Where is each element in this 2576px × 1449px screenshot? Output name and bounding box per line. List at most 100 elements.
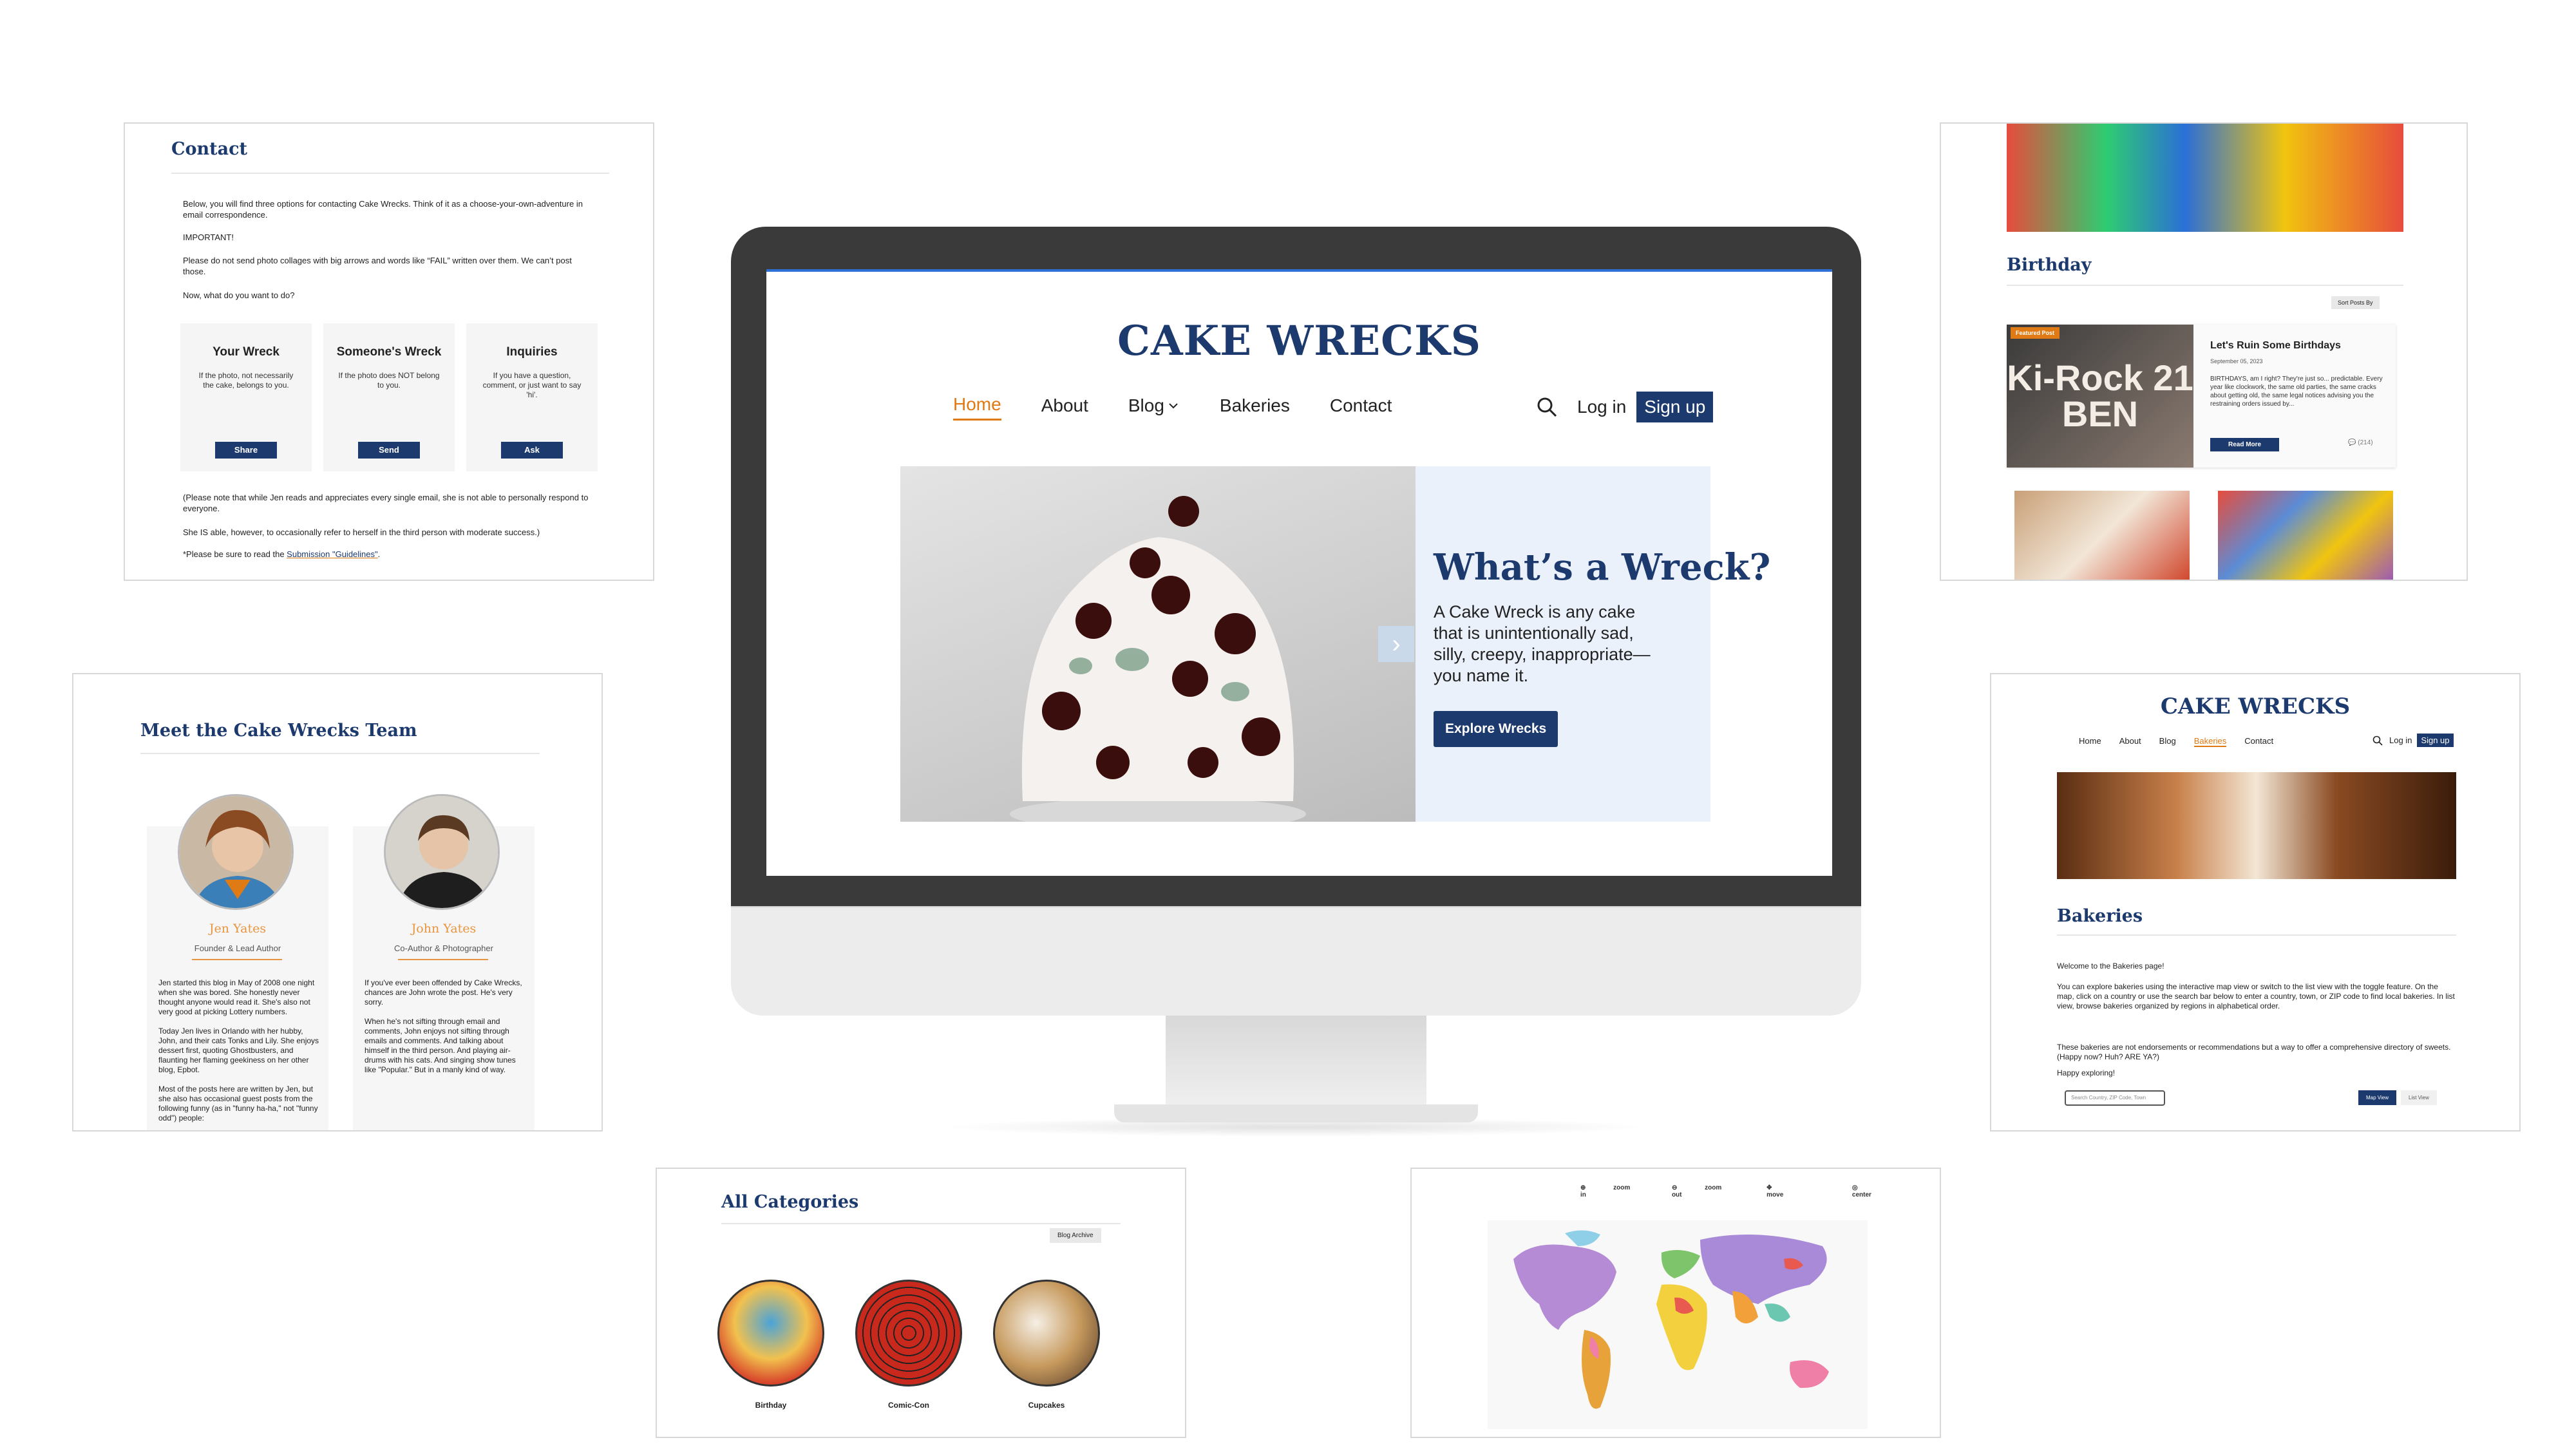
center-control[interactable]: ◎ center	[1852, 1184, 1914, 1198]
nav-contact[interactable]: Contact	[1330, 394, 1392, 421]
comment-count-value: (214)	[2358, 439, 2373, 446]
nav-bakeries[interactable]: Bakeries	[2193, 736, 2227, 747]
avatar	[178, 794, 294, 910]
post-cake-image[interactable]: Ki-Rock 21 BEN	[2007, 325, 2193, 468]
contact-page-preview: Contact Below, you will find three optio…	[124, 122, 654, 581]
category-image	[717, 1280, 824, 1387]
list-view-toggle[interactable]: List View	[2401, 1090, 2437, 1105]
category-cupcakes[interactable]: Cupcakes	[992, 1280, 1101, 1410]
nav-about[interactable]: About	[2119, 736, 2141, 747]
world-map[interactable]	[1488, 1220, 1868, 1429]
option-title: Your Wreck	[213, 345, 279, 359]
login-link[interactable]: Log in	[1577, 397, 1626, 417]
monitor-base	[1114, 1104, 1478, 1122]
contact-intro: Below, you will find three options for c…	[183, 199, 583, 220]
note-suffix: .	[377, 549, 381, 559]
site-title[interactable]: CAKE WRECKS	[766, 317, 1832, 365]
contact-important: IMPORTANT!	[183, 232, 234, 242]
bakeries-disclaimer: These bakeries are not endorsements or r…	[2057, 1043, 2451, 1061]
team-member-card: Jen Yates Founder & Lead Author Jen star…	[147, 794, 328, 1130]
nav-actions: Log in Sign up	[2372, 734, 2454, 747]
blog-archive-dropdown[interactable]: Blog Archive	[1050, 1228, 1101, 1243]
post-date: September 05, 2023	[2210, 358, 2263, 365]
categories-heading: All Categories	[721, 1192, 859, 1212]
option-your-wreck: Your Wreck If the photo, not necessarily…	[180, 323, 312, 471]
move-control[interactable]: ✥ move	[1766, 1184, 1826, 1198]
divider	[2057, 934, 2456, 936]
cakes-banner-image	[2057, 772, 2456, 879]
nav-blog[interactable]: Blog	[1128, 394, 1180, 421]
post-title[interactable]: Let's Ruin Some Birthdays	[2210, 340, 2341, 352]
bakery-search-input[interactable]: Search Country, ZIP Code, Town	[2065, 1090, 2165, 1106]
search-icon[interactable]	[1536, 396, 1558, 418]
signup-button[interactable]: Sign up	[1636, 392, 1714, 422]
option-inquiries: Inquiries If you have a question, commen…	[466, 323, 598, 471]
nav-blog[interactable]: Blog	[2159, 736, 2176, 747]
guidelines-link[interactable]: Submission "Guidelines"	[287, 549, 377, 559]
category-label: Birthday	[755, 1401, 787, 1410]
bakeries-heading: Bakeries	[2057, 906, 2143, 926]
birthday-category-preview: Birthday Sort Posts By Ki-Rock 21 BEN Fe…	[1940, 122, 2468, 581]
nav-home[interactable]: Home	[2079, 736, 2101, 747]
read-more-button[interactable]: Read More	[2210, 438, 2280, 451]
nav-bakeries[interactable]: Bakeries	[1220, 394, 1290, 421]
category-image	[993, 1280, 1100, 1387]
divider	[192, 959, 282, 960]
option-desc: If the photo does NOT belong to you.	[338, 371, 440, 390]
option-someones-wreck: Someone's Wreck If the photo does NOT be…	[323, 323, 455, 471]
category-heading: Birthday	[2007, 255, 2092, 275]
chevron-right-icon[interactable]: ›	[1378, 626, 1414, 662]
contact-guidelines-note: *Please be sure to read the Submission "…	[183, 549, 595, 560]
note-prefix: *Please be sure to read the	[183, 549, 287, 559]
move-label: move	[1766, 1191, 1784, 1198]
signup-button[interactable]: Sign up	[2417, 734, 2454, 747]
option-desc: If the photo, not necessarily the cake, …	[198, 371, 294, 390]
bakeries-closing: Happy exploring!	[2057, 1068, 2116, 1077]
sort-posts-dropdown[interactable]: Sort Posts By	[2331, 296, 2380, 309]
category-image	[855, 1280, 962, 1387]
ask-button[interactable]: Ask	[501, 442, 563, 459]
nav-about[interactable]: About	[1041, 394, 1088, 421]
divider	[721, 1223, 1121, 1224]
search-icon[interactable]	[2372, 735, 2383, 746]
post-thumbnail[interactable]	[2014, 491, 2190, 580]
move-icon: ✥	[1766, 1184, 1772, 1191]
team-heading: Meet the Cake Wrecks Team	[140, 721, 417, 741]
post-thumbnail[interactable]	[2218, 491, 2393, 580]
map-view-toggle[interactable]: Map View	[2358, 1090, 2396, 1105]
bakeries-instructions: You can explore bakeries using the inter…	[2057, 982, 2455, 1010]
send-button[interactable]: Send	[358, 442, 420, 459]
zoom-in-label: zoom in	[1580, 1184, 1631, 1198]
zoom-out-control[interactable]: ⊖ zoom out	[1672, 1184, 1741, 1198]
nav-contact[interactable]: Contact	[2244, 736, 2273, 747]
option-title: Inquiries	[506, 345, 558, 359]
category-label: Comic-Con	[888, 1401, 929, 1410]
option-title: Someone's Wreck	[336, 345, 442, 359]
contact-question: Now, what do you want to do?	[183, 290, 295, 300]
divider	[398, 959, 488, 960]
team-member-card: John Yates Co-Author & Photographer If y…	[353, 794, 535, 1130]
featured-post-card: Ki-Rock 21 BEN Featured Post Let's Ruin …	[2007, 325, 2396, 468]
contact-heading: Contact	[171, 139, 248, 159]
comment-count[interactable]: 💬 (214)	[2348, 439, 2373, 446]
share-button[interactable]: Share	[215, 442, 277, 459]
comment-icon: 💬	[2348, 439, 2358, 446]
zoom-out-label: zoom out	[1671, 1184, 1722, 1198]
featured-badge: Featured Post	[2011, 327, 2060, 339]
category-label: Cupcakes	[1028, 1401, 1065, 1410]
zoom-in-icon: ⊕	[1580, 1184, 1588, 1191]
main-nav: Home About Blog Bakeries Contact	[953, 394, 1432, 421]
nav-blog-label: Blog	[1128, 395, 1164, 415]
team-page-preview: Meet the Cake Wrecks Team Jen Yates Foun…	[72, 673, 603, 1132]
login-link[interactable]: Log in	[2389, 735, 2412, 745]
explore-wrecks-button[interactable]: Explore Wrecks	[1434, 711, 1558, 747]
main-nav: Home About Blog Bakeries Contact	[2079, 736, 2291, 747]
member-role: Founder & Lead Author	[194, 943, 281, 953]
hero-cake-image	[900, 466, 1416, 831]
zoom-in-control[interactable]: ⊕ zoom in	[1580, 1184, 1646, 1198]
bakeries-welcome: Welcome to the Bakeries page!	[2057, 961, 2164, 971]
nav-home[interactable]: Home	[953, 394, 1001, 421]
category-comic-con[interactable]: Comic-Con	[854, 1280, 963, 1410]
category-birthday[interactable]: Birthday	[716, 1280, 826, 1410]
site-title[interactable]: CAKE WRECKS	[1991, 694, 2519, 719]
